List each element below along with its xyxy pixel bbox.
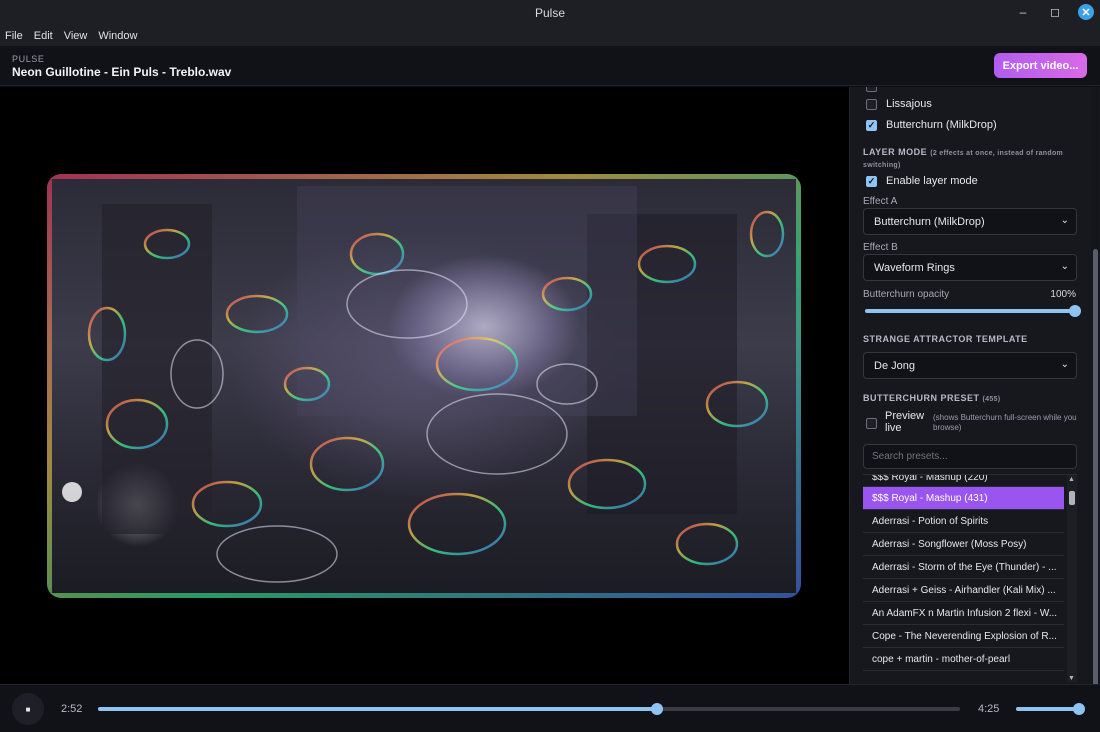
list-item[interactable]: Aderrasi + Geiss - Airhandler (Kali Mix)… [863,579,1064,602]
preset-list[interactable]: $$$ Royal - Mashup (220) $$$ Royal - Mas… [863,474,1077,682]
list-item[interactable]: Aderrasi - Storm of the Eye (Thunder) - … [863,556,1064,579]
elapsed-time: 2:52 [61,703,83,715]
volume-fill [1016,707,1080,711]
opacity-value: 100% [1050,289,1076,300]
chevron-down-icon: ⌄ [1060,215,1069,226]
butterchurn-label: Butterchurn (MilkDrop) [886,119,997,131]
layer-mode-heading: LAYER MODE [863,147,928,157]
stop-icon: ■ [25,704,31,714]
stop-button[interactable]: ■ [12,693,44,725]
visualizer-stage [0,87,849,684]
attractor-value: De Jong [874,359,915,372]
seek-slider[interactable] [98,703,960,715]
list-item-selected[interactable]: $$$ Royal - Mashup (431) [863,487,1064,510]
preset-heading: BUTTERCHURN PRESET [863,393,980,403]
title-bar: Pulse – ◻ ✕ [0,0,1100,26]
opacity-label: Butterchurn opacity [863,289,950,300]
volume-handle[interactable] [1073,703,1086,715]
layer-mode-title: LAYER MODE (2 effects at once, instead o… [863,147,1078,171]
menu-edit[interactable]: Edit [34,30,59,42]
enable-layer-mode-row[interactable]: ✓ Enable layer mode [866,175,978,187]
transport-bar: ■ 2:52 4:25 [0,684,1100,732]
effect-a-value: Butterchurn (MilkDrop) [874,215,985,228]
preset-search-input[interactable] [863,444,1077,469]
chevron-down-icon: ⌄ [1060,359,1069,370]
opacity-slider[interactable] [865,305,1081,317]
effect-a-select[interactable]: Butterchurn (MilkDrop) ⌄ [863,208,1077,235]
list-item[interactable]: Aderrasi - Songflower (Moss Posy) [863,533,1064,556]
effect-lissajous-row[interactable]: Lissajous [866,98,932,110]
seek-fill [98,707,658,711]
opacity-slider-handle[interactable] [1069,305,1081,317]
export-video-button[interactable]: Export video... [994,53,1087,78]
total-time: 4:25 [978,703,1000,715]
minimize-icon[interactable]: – [1014,3,1032,21]
window-controls: – ◻ ✕ [1014,3,1094,21]
lissajous-label: Lissajous [886,98,932,110]
partial-checkbox[interactable] [866,87,877,92]
chevron-down-icon: ⌄ [1060,261,1069,272]
menu-window[interactable]: Window [98,30,143,42]
effect-butterchurn-row[interactable]: ✓ Butterchurn (MilkDrop) [866,119,997,131]
file-name: Neon Guillotine - Ein Puls - Treblo.wav [12,65,232,79]
app-header: PULSE Neon Guillotine - Ein Puls - Trebl… [0,46,1100,86]
scroll-up-icon[interactable]: ▲ [1068,476,1075,483]
app-kicker: PULSE [12,54,45,64]
scroll-down-icon[interactable]: ▼ [1068,675,1075,682]
check-icon[interactable]: ✓ [866,119,877,131]
maximize-icon[interactable]: ◻ [1046,3,1064,21]
preset-title: BUTTERCHURN PRESET (455) [863,393,1000,405]
attractor-select[interactable]: De Jong ⌄ [863,352,1077,379]
visualizer-artwork [47,174,801,598]
settings-panel: Lissajous ✓ Butterchurn (MilkDrop) LAYER… [849,87,1100,684]
opacity-slider-fill [865,309,1075,313]
preview-live-label: Preview live [885,410,925,434]
window-title: Pulse [534,6,566,20]
close-icon[interactable]: ✕ [1078,4,1094,20]
preset-list-scrollbar[interactable]: ▲ ▼ [1067,475,1077,682]
enable-layer-mode-label: Enable layer mode [886,175,978,187]
preset-list-scroll-thumb[interactable] [1069,491,1075,505]
preset-count: (455) [982,396,1001,403]
panel-scrollbar-thumb[interactable] [1093,249,1098,684]
list-item[interactable]: Cope - The Neverending Explosion of R... [863,625,1064,648]
visualizer-canvas [47,174,801,598]
seek-handle[interactable] [651,703,664,715]
list-item[interactable]: cope + martin - mother-of-pearl [863,648,1064,671]
effect-a-label: Effect A [863,196,898,207]
effect-b-select[interactable]: Waveform Rings ⌄ [863,254,1077,281]
list-item[interactable]: Aderrasi - Potion of Spirits [863,510,1064,533]
attractor-title: STRANGE ATTRACTOR TEMPLATE [863,334,1028,344]
menu-view[interactable]: View [64,30,94,42]
check-icon[interactable]: ✓ [866,175,877,187]
lissajous-checkbox[interactable] [866,98,877,110]
list-item[interactable]: An AdamFX n Martin Infusion 2 flexi - W.… [863,602,1064,625]
preview-live-hint: (shows Butterchurn full-screen while you… [933,413,1077,432]
menu-file[interactable]: File [5,30,29,42]
list-item[interactable]: $$$ Royal - Mashup (220) [863,475,1064,487]
preview-live-checkbox[interactable] [866,418,877,429]
effect-b-value: Waveform Rings [874,261,955,274]
volume-slider[interactable] [1016,703,1086,715]
menu-bar: File Edit View Window [0,26,1100,46]
effect-b-label: Effect B [863,242,898,253]
